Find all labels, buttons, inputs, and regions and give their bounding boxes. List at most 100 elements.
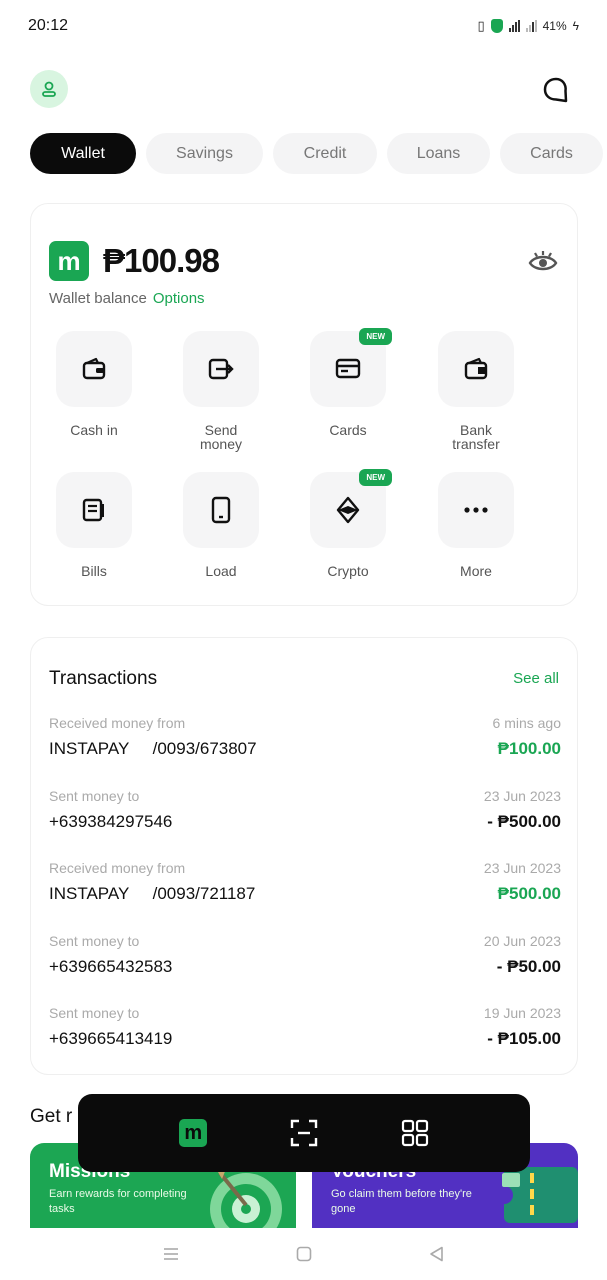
- brand-logo: m: [49, 241, 89, 281]
- transaction-time: 23 Jun 2023: [483, 788, 561, 804]
- user-icon: [42, 81, 56, 97]
- transaction-time: 6 mins ago: [492, 715, 561, 731]
- wallet-card: m ₱100.98 Wallet balance Options Cash in: [30, 203, 578, 606]
- action-label: Bank transfer: [452, 422, 500, 452]
- status-icons: ▯ 41% ϟ: [477, 18, 579, 34]
- phone-icon: [211, 496, 231, 524]
- transaction-description: Sent money to: [49, 933, 140, 949]
- menu-icon[interactable]: [162, 1246, 180, 1262]
- transaction-amount: ₱500.00: [497, 884, 561, 903]
- action-label: Send money: [199, 422, 243, 452]
- action-bills[interactable]: Bills: [34, 472, 154, 578]
- action-more[interactable]: More: [416, 472, 536, 578]
- wallet-icon: [82, 357, 106, 380]
- shield-icon: [490, 19, 503, 33]
- transaction-amount: ₱100.00: [497, 739, 561, 758]
- home-icon[interactable]: [295, 1245, 313, 1263]
- grid-icon: [401, 1119, 428, 1147]
- transaction-party: +639384297546: [49, 812, 173, 831]
- action-tile: NEW: [310, 328, 392, 407]
- card-icon: [335, 358, 361, 379]
- transaction-description: Sent money to: [49, 1005, 140, 1021]
- transaction-description: Received money from: [49, 715, 186, 731]
- see-all-link[interactable]: See all: [513, 670, 559, 687]
- action-tile: [56, 472, 132, 548]
- home-logo-icon: m: [179, 1119, 208, 1147]
- nav-scan-button[interactable]: [288, 1117, 320, 1149]
- transaction-description: Sent money to: [49, 788, 140, 804]
- status-time: 20:12: [28, 17, 69, 34]
- action-crypto[interactable]: NEW Crypto: [288, 469, 408, 579]
- missions-description: Earn rewards for completing tasks: [49, 1188, 187, 1215]
- action-tile: [56, 331, 132, 407]
- tab-cards[interactable]: Cards: [500, 133, 603, 174]
- crypto-icon: [336, 496, 360, 524]
- back-icon[interactable]: [428, 1245, 446, 1263]
- rewards-section-title: Get r: [30, 1106, 73, 1127]
- signal-icon-2: [525, 20, 537, 32]
- tab-savings[interactable]: Savings: [146, 133, 263, 174]
- action-tile: [438, 472, 514, 548]
- bank-transfer-icon: [464, 357, 488, 380]
- action-cash-in[interactable]: Cash in: [34, 331, 154, 437]
- transaction-row[interactable]: Sent money to +639665413419 19 Jun 2023 …: [49, 1005, 561, 1057]
- wallet-balance-caption: Wallet balance: [49, 290, 147, 307]
- transaction-time: 19 Jun 2023: [483, 1005, 561, 1021]
- action-label: Crypto: [327, 563, 369, 579]
- action-label: More: [460, 563, 492, 579]
- transaction-row[interactable]: Received money from INSTAPAY /0093/67380…: [49, 715, 561, 767]
- chat-button[interactable]: [542, 76, 570, 104]
- transaction-party: INSTAPAY /0093/721187: [49, 884, 256, 903]
- account-tabs: Wallet Savings Credit Loans Cards: [30, 133, 603, 174]
- transaction-row[interactable]: Sent money to +639384297546 23 Jun 2023 …: [49, 788, 561, 840]
- action-label: Cards: [329, 422, 367, 438]
- tab-loans[interactable]: Loans: [387, 133, 490, 174]
- transaction-party: INSTAPAY /0093/673807: [49, 739, 257, 758]
- action-tile: [183, 331, 259, 407]
- action-send-money[interactable]: Send money: [161, 331, 281, 451]
- nav-home-button[interactable]: m: [177, 1117, 209, 1149]
- action-tile: [183, 472, 259, 548]
- chat-bubble-icon: [543, 77, 568, 103]
- action-label: Cash in: [70, 422, 118, 438]
- transaction-description: Received money from: [49, 860, 186, 876]
- tab-wallet[interactable]: Wallet: [30, 133, 136, 174]
- transaction-time: 20 Jun 2023: [483, 933, 561, 949]
- system-navigation-bar: [0, 1228, 607, 1280]
- signal-icon: [508, 20, 520, 32]
- action-label: Load: [205, 563, 237, 579]
- floating-nav-bar: m: [78, 1094, 530, 1172]
- charging-icon: ϟ: [572, 19, 579, 33]
- transaction-party: +639665432583: [49, 957, 173, 976]
- transaction-row[interactable]: Received money from INSTAPAY /0093/72118…: [49, 860, 561, 912]
- send-money-icon: [208, 358, 234, 380]
- wallet-balance-amount: ₱100.98: [103, 242, 220, 279]
- transactions-title: Transactions: [49, 668, 158, 689]
- profile-button[interactable]: [30, 70, 68, 108]
- transaction-amount: - ₱105.00: [487, 1029, 561, 1048]
- transaction-amount: - ₱50.00: [496, 957, 561, 976]
- new-badge: NEW: [359, 328, 392, 345]
- toggle-balance-button[interactable]: [527, 246, 559, 276]
- bills-icon: [82, 498, 104, 522]
- transaction-party: +639665413419: [49, 1029, 173, 1048]
- tab-credit[interactable]: Credit: [273, 133, 377, 174]
- status-bar: 20:12 ▯ 41% ϟ: [0, 0, 607, 52]
- wallet-balance-label: Wallet balance Options: [49, 290, 205, 307]
- action-bank-transfer[interactable]: Bank transfer: [416, 331, 536, 451]
- transaction-row[interactable]: Sent money to +639665432583 20 Jun 2023 …: [49, 933, 561, 985]
- scan-icon: [290, 1119, 318, 1147]
- transaction-amount: - ₱500.00: [487, 812, 561, 831]
- action-label: Bills: [81, 563, 107, 579]
- options-link[interactable]: Options: [153, 290, 205, 307]
- transactions-card: Transactions See all Received money from…: [30, 637, 578, 1075]
- action-cards[interactable]: NEW Cards: [288, 328, 408, 438]
- action-load[interactable]: Load: [161, 472, 281, 578]
- nav-apps-button[interactable]: [399, 1117, 431, 1149]
- vouchers-description: Go claim them before they're gone: [331, 1188, 472, 1215]
- top-bar: [30, 70, 578, 110]
- transaction-time: 23 Jun 2023: [483, 860, 561, 876]
- new-badge: NEW: [359, 469, 392, 486]
- more-icon: [464, 507, 488, 513]
- battery-level: 41%: [542, 19, 567, 33]
